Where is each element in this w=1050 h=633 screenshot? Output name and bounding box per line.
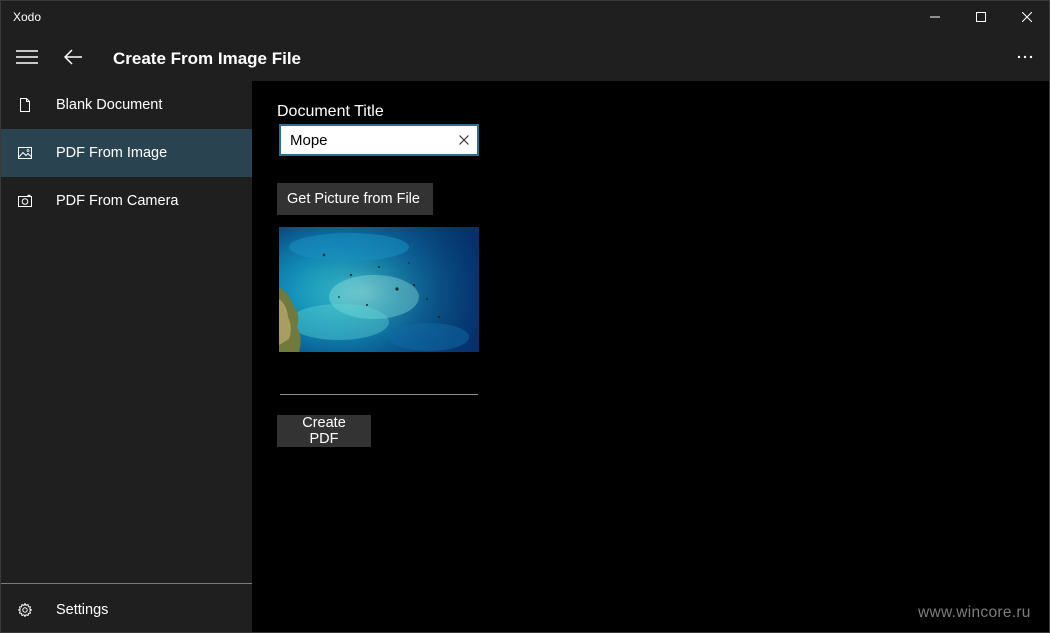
watermark: www.wincore.ru — [918, 604, 1031, 621]
sidebar: Blank Document PDF From Image PDF From C… — [1, 81, 252, 632]
maximize-icon — [976, 12, 986, 22]
close-icon — [1022, 12, 1032, 22]
document-title-field[interactable] — [279, 124, 479, 156]
maximize-button[interactable] — [958, 1, 1004, 33]
hamburger-icon — [16, 50, 38, 64]
create-pdf-button[interactable]: Create PDF — [277, 415, 371, 447]
back-button[interactable] — [53, 37, 93, 77]
sidebar-item-label: Settings — [56, 602, 109, 618]
sidebar-item-label: Blank Document — [56, 97, 163, 113]
gear-icon — [18, 603, 32, 617]
title-bar[interactable]: Xodo — [1, 1, 1049, 33]
satellite-image — [279, 227, 479, 352]
back-arrow-icon — [64, 49, 82, 65]
get-picture-button[interactable]: Get Picture from File — [277, 183, 433, 215]
main-content: Document Title Get Picture from File — [252, 81, 1049, 632]
image-icon — [18, 147, 32, 159]
camera-icon — [18, 194, 32, 207]
page-title: Create From Image File — [113, 49, 302, 68]
hamburger-button[interactable] — [7, 37, 47, 77]
image-preview — [279, 227, 479, 352]
app-header: Create From Image File — [1, 33, 1049, 81]
sidebar-item-pdf-from-image[interactable]: PDF From Image — [1, 129, 252, 177]
minimize-icon — [930, 16, 940, 18]
minimize-button[interactable] — [912, 1, 958, 33]
app-name: Xodo — [13, 10, 42, 24]
close-window-button[interactable] — [1004, 1, 1049, 33]
sidebar-item-pdf-from-camera[interactable]: PDF From Camera — [1, 177, 252, 225]
content-divider — [280, 394, 478, 395]
app-window: Xodo Create From Image File Blank Docume… — [0, 0, 1050, 633]
sidebar-item-blank-document[interactable]: Blank Document — [1, 81, 252, 129]
clear-icon[interactable] — [457, 133, 471, 147]
document-title-input[interactable] — [281, 126, 441, 154]
document-title-label: Document Title — [277, 103, 384, 120]
document-icon — [20, 98, 30, 112]
more-icon — [1017, 55, 1033, 59]
sidebar-item-label: PDF From Camera — [56, 193, 179, 209]
sidebar-item-label: PDF From Image — [56, 145, 168, 161]
sidebar-item-settings[interactable]: Settings — [1, 586, 252, 632]
sidebar-divider — [1, 583, 252, 584]
more-options-button[interactable] — [1005, 37, 1045, 77]
